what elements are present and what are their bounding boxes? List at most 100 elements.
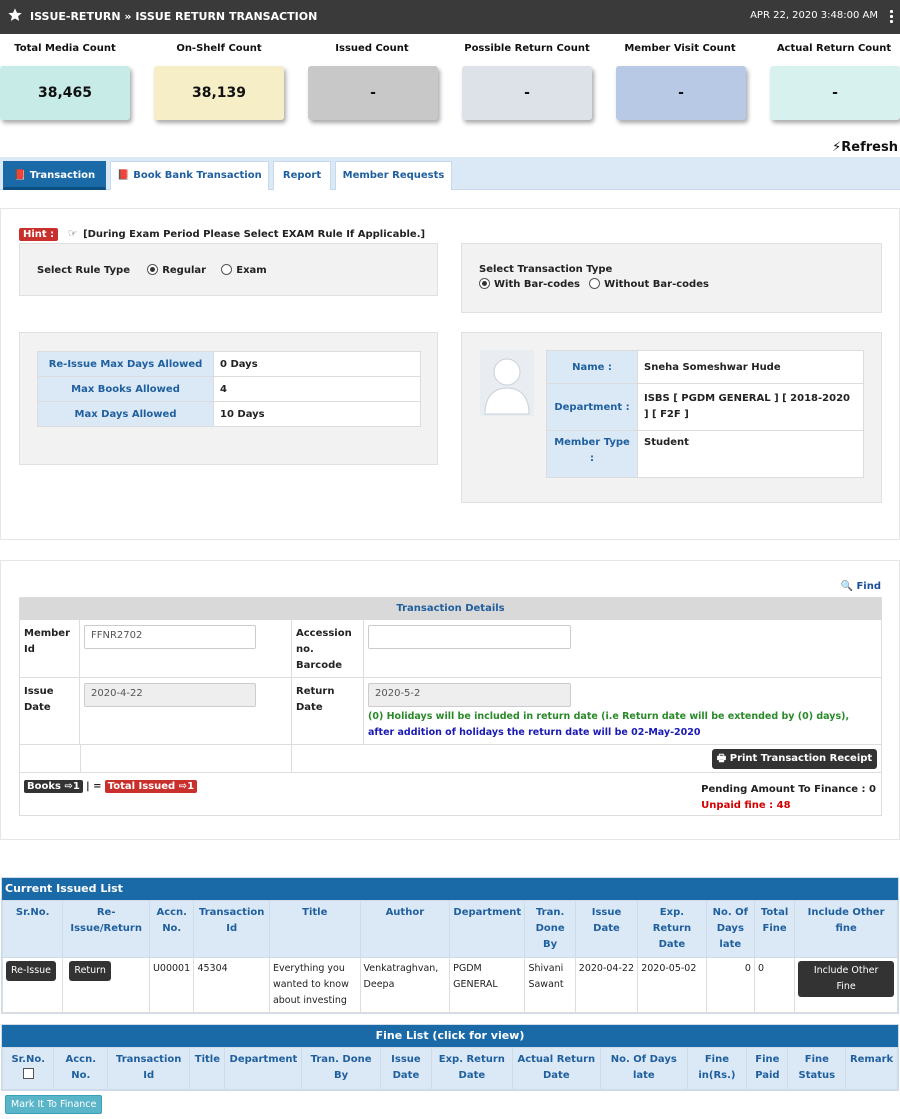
member-info-box: Name : Sneha Someshwar Hude Department :I… — [461, 332, 882, 503]
column-header: Exp. Return Date — [431, 1047, 513, 1090]
member-name: Sneha Someshwar Hude — [637, 350, 864, 384]
tab-member-requests[interactable]: Member Requests — [335, 161, 452, 190]
printer-icon: 🖶 — [716, 753, 727, 764]
top-bar: ISSUE-RETURN » ISSUE RETURN TRANSACTION … — [0, 0, 900, 34]
rule-key: Max Days Allowed — [37, 401, 214, 427]
radio-with-barcodes[interactable] — [479, 278, 490, 289]
issue-date-input[interactable]: 2020-4-22 — [84, 683, 256, 707]
rule-row: Max Days Allowed 10 Days — [37, 401, 421, 427]
return-date-label: Return Date — [296, 686, 335, 713]
arrow-right-icon: ⇨ — [178, 781, 188, 792]
column-header: Fine Status — [787, 1047, 847, 1090]
accession-barcode-input[interactable] — [368, 625, 571, 649]
stat-card-actual-return[interactable]: - — [770, 66, 900, 120]
issued-list-title: Current Issued List — [2, 878, 898, 900]
cell-department: PGDM GENERAL — [449, 957, 526, 1013]
rule-type-exam[interactable]: Exam — [221, 264, 267, 276]
find-link[interactable]: 🔍 Find — [841, 581, 881, 592]
column-header: Accn. No. — [148, 900, 195, 958]
tab-book-bank-label: Book Bank Transaction — [133, 170, 262, 181]
return-button[interactable]: Return — [69, 961, 111, 981]
find-label: Find — [856, 581, 881, 592]
stat-card-issued[interactable]: - — [308, 66, 438, 120]
star-icon[interactable] — [7, 7, 23, 23]
without-barcodes-label: Without Bar-codes — [604, 279, 709, 290]
cell-reissue: Re-Issue — [1, 957, 64, 1013]
radio-exam[interactable] — [221, 264, 233, 275]
refresh-button[interactable]: ⚡Refresh — [832, 140, 898, 155]
member-department: ISBS [ PGDM GENERAL ] [ 2018-2020 ] [ F2… — [637, 383, 864, 431]
column-header: Title — [268, 900, 361, 958]
holiday-note-blue: after addition of holidays the return da… — [368, 727, 701, 738]
rule-type-label: Select Rule Type — [37, 265, 130, 276]
column-header: Sr.No. — [1, 900, 64, 958]
stat-card-possible-return[interactable]: - — [462, 66, 592, 120]
member-row: Department : ISBS [ PGDM GENERAL ] [ 2018… — [546, 383, 864, 431]
column-header: Actual Return Date — [511, 1047, 602, 1090]
tab-book-bank-transaction[interactable]: 📕 Book Bank Transaction — [110, 161, 269, 190]
total-issued-label: Total Issued — [107, 781, 176, 792]
radio-regular[interactable] — [147, 264, 159, 275]
page-title: ISSUE-RETURN » ISSUE RETURN TRANSACTION — [30, 10, 318, 23]
rule-value: 10 Days — [213, 401, 421, 427]
holiday-note-green: (0) Holidays will be included in return … — [368, 711, 850, 722]
column-header: Author — [359, 900, 451, 958]
stat-card-on-shelf[interactable]: 38,139 — [154, 66, 284, 120]
txn-type-with-barcodes[interactable]: With Bar-codes — [479, 278, 580, 290]
cell-txn-id: 45304 — [193, 957, 270, 1013]
stat-label-total-media: Total Media Count — [14, 43, 116, 54]
more-options-icon[interactable] — [888, 9, 894, 25]
hint-text: [During Exam Period Please Select EXAM R… — [83, 229, 426, 240]
refresh-label: Refresh — [841, 140, 898, 155]
stat-label-issued: Issued Count — [335, 43, 409, 54]
stat-label-on-shelf: On-Shelf Count — [176, 43, 262, 54]
exam-label: Exam — [236, 265, 267, 276]
stat-card-member-visit[interactable]: - — [616, 66, 746, 120]
column-header-select: Sr.No. — [1, 1047, 55, 1090]
stat-card-total-media[interactable]: 38,465 — [0, 66, 130, 120]
with-barcodes-label: With Bar-codes — [494, 279, 580, 290]
radio-without-barcodes[interactable] — [589, 278, 601, 289]
avatar — [480, 350, 534, 416]
hint-badge: Hint : — [19, 228, 59, 241]
cell-exp-return: 2020-05-02 — [637, 957, 707, 1013]
tab-report[interactable]: Report — [273, 161, 331, 190]
column-header: Fine Paid — [746, 1047, 789, 1090]
member-id-input[interactable]: FFNR2702 — [84, 625, 256, 649]
column-header: No. Of Days late — [705, 900, 755, 958]
member-id-label: Member Id — [24, 628, 71, 655]
unpaid-fine: Unpaid fine : 48 — [701, 800, 791, 811]
column-header: Include Other fine — [794, 900, 898, 958]
fine-list-title[interactable]: Fine List (click for view) — [2, 1025, 898, 1047]
pointing-hand-icon: ☞ — [67, 227, 78, 240]
fine-list-panel: Fine List (click for view) Sr.No. Accn. … — [1, 1024, 899, 1091]
finance-summary: Pending Amount To Finance : 0 Unpaid fin… — [701, 782, 876, 814]
include-other-fine-button[interactable]: Include Other Fine — [798, 961, 894, 997]
arrow-right-icon: ⇨ — [64, 781, 73, 792]
txn-type-without-barcodes[interactable]: Without Bar-codes — [589, 278, 709, 290]
total-issued-count: 1 — [187, 781, 195, 792]
rule-key: Max Books Allowed — [37, 376, 214, 402]
column-header: Transaction Id — [107, 1047, 191, 1090]
rule-type-regular[interactable]: Regular — [147, 264, 206, 276]
transaction-type-group: Select Transaction Type With Bar-codes W… — [479, 264, 709, 290]
member-row: Name : Sneha Someshwar Hude — [546, 350, 864, 384]
issued-list-table: Sr.No. Re-Issue/Return Accn. No. Transac… — [1, 900, 898, 1013]
equals-sign: | = — [86, 781, 102, 792]
tab-transaction[interactable]: 📕 Transaction — [3, 161, 106, 190]
mark-it-to-finance-button[interactable]: Mark It To Finance — [5, 1095, 103, 1114]
department-label: Department : — [546, 383, 638, 431]
tab-transaction-label: Transaction — [29, 170, 96, 181]
select-all-checkbox[interactable] — [22, 1068, 34, 1079]
transaction-details-panel: Transaction Details Member Id FFNR2702 A… — [19, 597, 882, 816]
rule-value: 0 Days — [213, 351, 421, 377]
cell-days-late: 0 — [705, 957, 755, 1013]
column-header: Total Fine — [753, 900, 796, 958]
return-date-input[interactable]: 2020-5-2 — [368, 683, 571, 707]
column-header: Department — [224, 1047, 303, 1090]
reissue-button[interactable]: Re-Issue — [6, 961, 57, 981]
column-header: Department — [449, 900, 526, 958]
rule-value: 4 — [213, 376, 421, 402]
member-table: Name : Sneha Someshwar Hude Department :I… — [546, 350, 864, 478]
print-receipt-button[interactable]: 🖶 Print Transaction Receipt — [712, 749, 877, 769]
